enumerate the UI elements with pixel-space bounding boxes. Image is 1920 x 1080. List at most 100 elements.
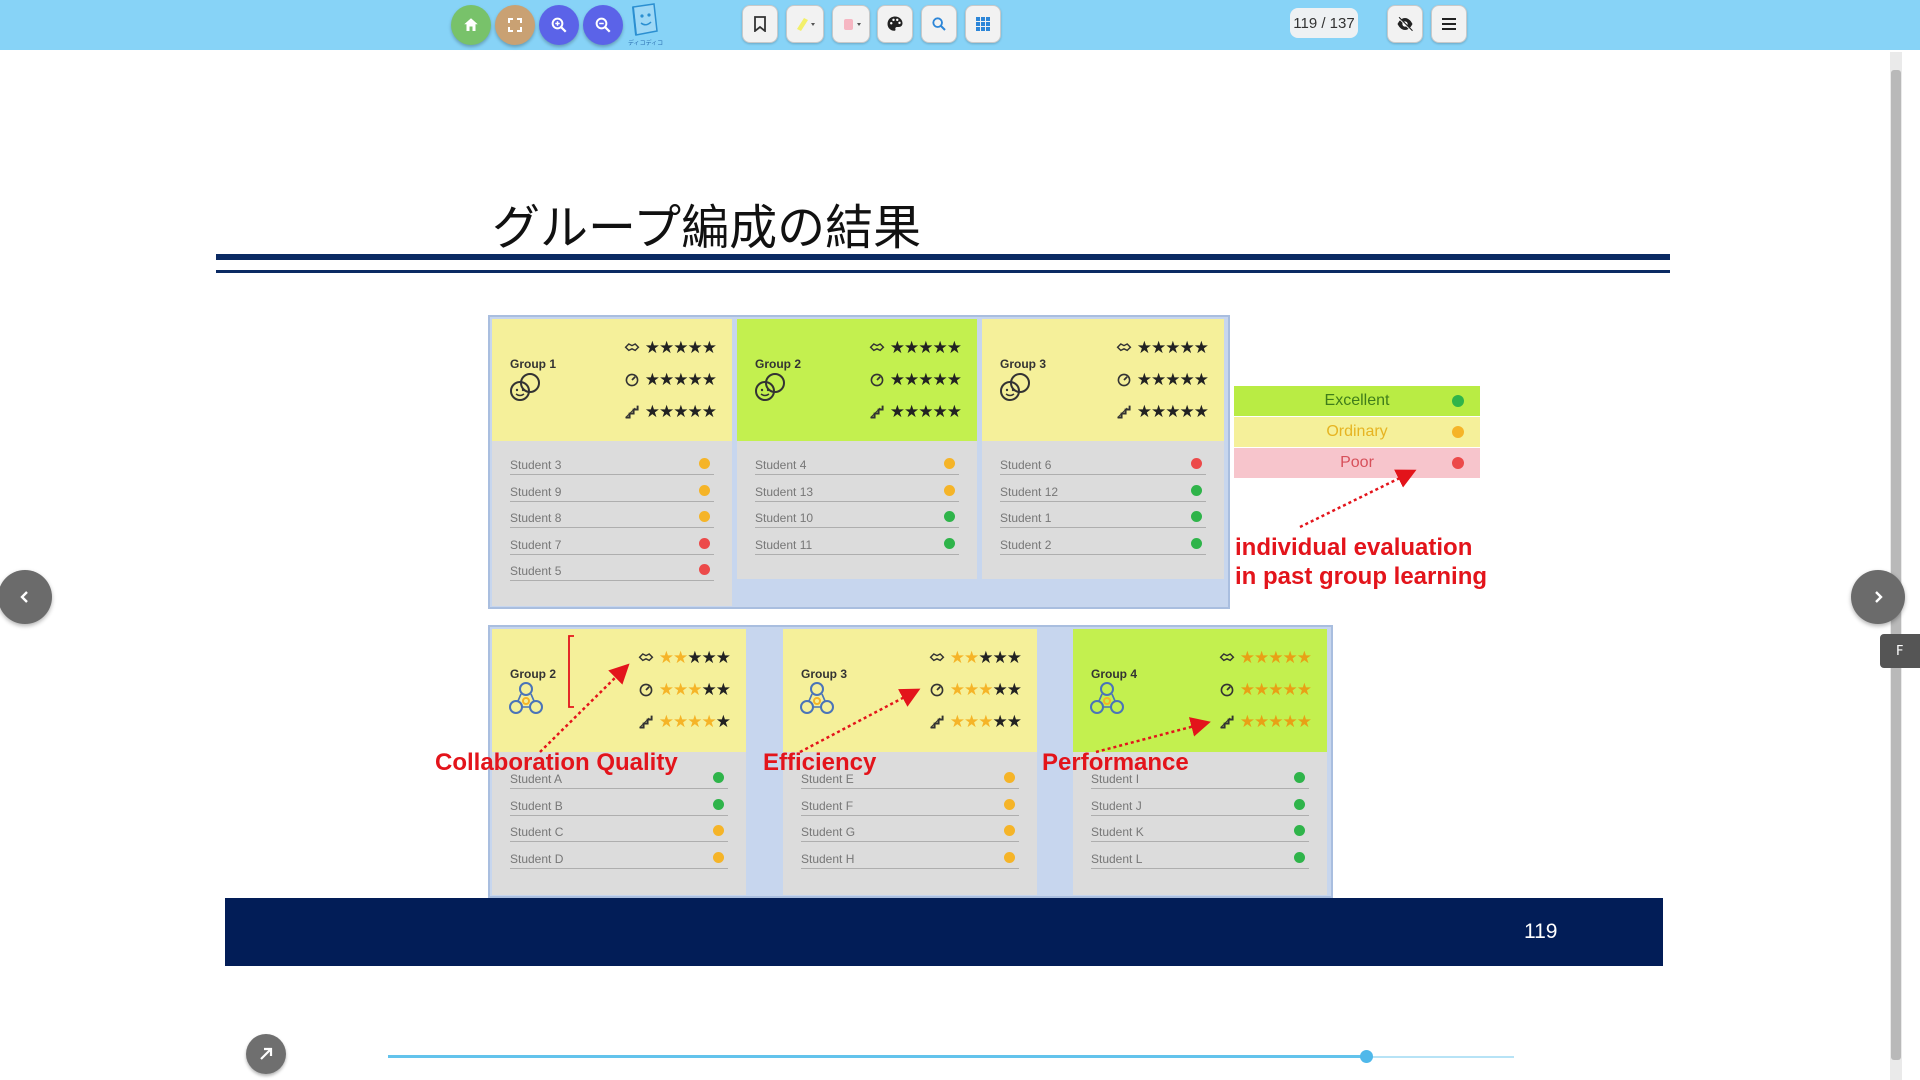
star-icon: ★	[932, 369, 948, 390]
student-row: Student 13	[755, 480, 959, 502]
star-rating: ★★★★★	[659, 679, 731, 700]
page-slider-knob[interactable]	[1360, 1050, 1374, 1063]
star-icon: ★	[673, 679, 688, 700]
top-group-card: Group 2 ★★★★★ ★★★★★ ★★★★★ Student 4 Student 1…	[737, 319, 977, 579]
student-name: Student D	[510, 851, 564, 866]
stairs-icon	[869, 405, 884, 419]
zoom-in-icon	[551, 17, 567, 33]
star-icon: ★	[1151, 369, 1166, 390]
efficiency-label: Efficiency	[763, 749, 877, 776]
star-rating: ★★★★★	[1136, 401, 1209, 422]
student-name: Student F	[801, 798, 854, 813]
team-network-icon	[1090, 682, 1124, 714]
legend-label: Excellent	[1324, 392, 1390, 409]
search-button[interactable]	[921, 5, 957, 43]
star-icon: ★	[673, 337, 688, 358]
smiley-group-icon	[755, 373, 785, 401]
student-row: Student H	[801, 847, 1019, 869]
star-icon: ★	[1268, 647, 1283, 668]
stairs-icon	[1219, 715, 1234, 729]
performance-label: Performance	[1042, 749, 1189, 776]
student-row: Student J	[1091, 794, 1309, 816]
palette-button[interactable]	[877, 5, 913, 43]
student-name: Student 9	[510, 484, 562, 499]
top-group-card: Group 1 ★★★★★ ★★★★★ ★★★★★ Student 3 Student 9…	[492, 319, 732, 606]
star-rating: ★★★★★	[645, 371, 717, 389]
star-icon: ★	[992, 711, 1008, 732]
status-dot-excellent	[1191, 484, 1202, 496]
efficiency-rating: ★★★★★	[637, 679, 731, 701]
menu-button[interactable]	[1431, 5, 1467, 43]
star-icon: ★	[715, 711, 731, 732]
legend-row-poor: Poor	[1234, 448, 1480, 478]
hide-annotations-button[interactable]	[1387, 5, 1423, 43]
group-members-icon	[508, 681, 546, 723]
star-icon: ★	[1296, 711, 1312, 732]
zoom-in-button[interactable]	[539, 5, 579, 45]
side-panel-tab[interactable]: F	[1880, 634, 1920, 668]
star-rating: ★★★★★	[1239, 647, 1312, 668]
legend-note-line1: individual evaluation	[1235, 534, 1473, 561]
speedometer-icon	[625, 373, 639, 387]
student-name: Student 12	[1000, 484, 1059, 499]
eraser-button[interactable]	[832, 5, 870, 43]
star-icon: ★	[964, 647, 979, 668]
star-icon: ★	[701, 647, 717, 668]
star-icon: ★	[1239, 647, 1255, 668]
star-icon: ★	[1006, 711, 1022, 732]
star-icon: ★	[1165, 337, 1180, 358]
student-row: Student 7	[510, 533, 714, 555]
fullscreen-button[interactable]	[495, 5, 535, 45]
star-icon: ★	[687, 337, 703, 358]
group-name: Group 1	[510, 357, 557, 371]
highlighter-button[interactable]	[786, 5, 824, 43]
status-dot-ordinary	[699, 458, 710, 469]
legend-dot	[1452, 426, 1464, 438]
star-icon: ★	[918, 337, 933, 358]
status-dot-ordinary	[713, 825, 724, 836]
performance-icon-wrap	[623, 403, 641, 421]
star-rating: ★★★★★	[890, 337, 962, 358]
student-name: Student 7	[510, 537, 562, 552]
speedometer-icon	[1220, 683, 1234, 697]
collaboration-icon-wrap	[1218, 649, 1236, 667]
student-name: Student 4	[755, 458, 807, 472]
star-icon: ★	[949, 711, 965, 732]
star-icon: ★	[687, 401, 703, 422]
student-name: Student 3	[510, 458, 562, 472]
efficiency-icon-wrap	[1115, 371, 1133, 389]
student-row: Student G	[801, 820, 1019, 842]
group-name: Group 4	[1091, 667, 1138, 681]
star-rating: ★★★★★	[1240, 681, 1312, 699]
slide-page-number: 119	[1524, 920, 1558, 943]
next-page-button[interactable]	[1851, 570, 1905, 624]
star-icon: ★	[1193, 369, 1209, 390]
star-icon: ★	[1136, 401, 1152, 422]
star-icon: ★	[904, 401, 919, 422]
star-icon: ★	[946, 337, 962, 358]
star-rating: ★★★★★	[1240, 711, 1312, 732]
efficiency-icon-wrap	[637, 681, 655, 699]
status-dot-excellent	[1294, 772, 1305, 783]
star-icon: ★	[687, 679, 702, 700]
star-icon: ★	[964, 679, 979, 700]
handshake-icon	[624, 343, 640, 352]
student-name: Student B	[510, 798, 563, 813]
star-icon: ★	[1282, 647, 1298, 668]
home-button[interactable]	[451, 5, 491, 45]
student-name: Student G	[801, 825, 856, 839]
previous-page-button[interactable]	[0, 570, 52, 624]
student-row: Student 9	[510, 480, 714, 502]
legend-dot	[1452, 395, 1464, 407]
star-icon: ★	[946, 401, 962, 422]
share-button[interactable]	[246, 1034, 286, 1074]
zoom-out-button[interactable]	[583, 5, 623, 45]
bookmark-button[interactable]	[742, 5, 778, 43]
star-icon: ★	[932, 401, 948, 422]
scrollbar-thumb[interactable]	[1891, 70, 1901, 1060]
thumbnails-button[interactable]	[965, 5, 1001, 43]
student-row: Student 4	[755, 453, 959, 475]
team-network-icon	[509, 682, 543, 714]
star-icon: ★	[992, 679, 1008, 700]
status-dot-ordinary	[713, 851, 724, 863]
